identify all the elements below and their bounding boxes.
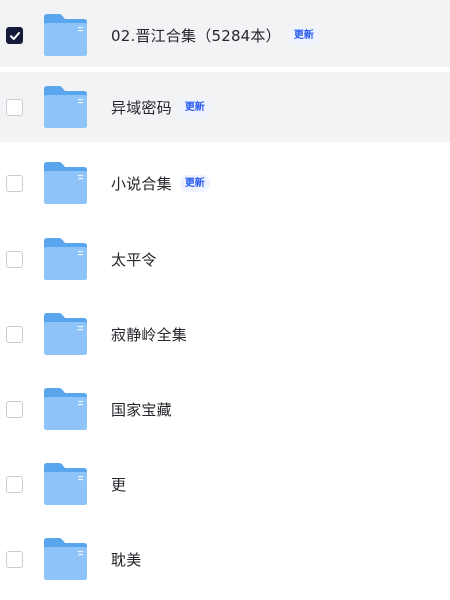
row-checkbox[interactable] [6,27,23,44]
row-checkbox[interactable] [6,251,23,268]
row-checkbox[interactable] [6,401,23,418]
file-name[interactable]: 异域密码 [111,97,172,118]
folder-icon [44,162,87,204]
file-row[interactable]: 异域密码 更新 [0,72,450,142]
file-name[interactable]: 寂静岭全集 [111,324,187,345]
file-row[interactable]: 国家宝藏 [0,374,450,444]
file-name[interactable]: 小说合集 [111,173,172,194]
file-row[interactable]: 太平令 [0,224,450,294]
file-name[interactable]: 耽美 [111,549,141,570]
folder-icon [44,313,87,355]
update-badge: 更新 [288,26,319,44]
file-list: 02.晋江合集（5284本） 更新 异域密码 更新 小说合集 更新 太平令 寂静… [0,0,450,600]
row-checkbox[interactable] [6,326,23,343]
file-name[interactable]: 更 [111,474,126,495]
update-badge: 更新 [179,174,210,192]
file-name[interactable]: 国家宝藏 [111,399,172,420]
file-row[interactable]: 小说合集 更新 [0,148,450,218]
folder-icon [44,14,87,56]
row-checkbox[interactable] [6,99,23,116]
check-icon [10,32,20,40]
file-name[interactable]: 02.晋江合集（5284本） [111,25,281,46]
file-row[interactable]: 寂静岭全集 [0,299,450,369]
file-name[interactable]: 太平令 [111,249,157,270]
row-checkbox[interactable] [6,476,23,493]
folder-icon [44,238,87,280]
update-badge: 更新 [179,98,210,116]
folder-icon [44,538,87,580]
row-checkbox[interactable] [6,175,23,192]
file-row[interactable]: 02.晋江合集（5284本） 更新 [0,0,450,70]
row-checkbox[interactable] [6,551,23,568]
file-row[interactable]: 耽美 [0,524,450,594]
folder-icon [44,388,87,430]
folder-icon [44,463,87,505]
file-row[interactable]: 更 [0,449,450,519]
folder-icon [44,86,87,128]
